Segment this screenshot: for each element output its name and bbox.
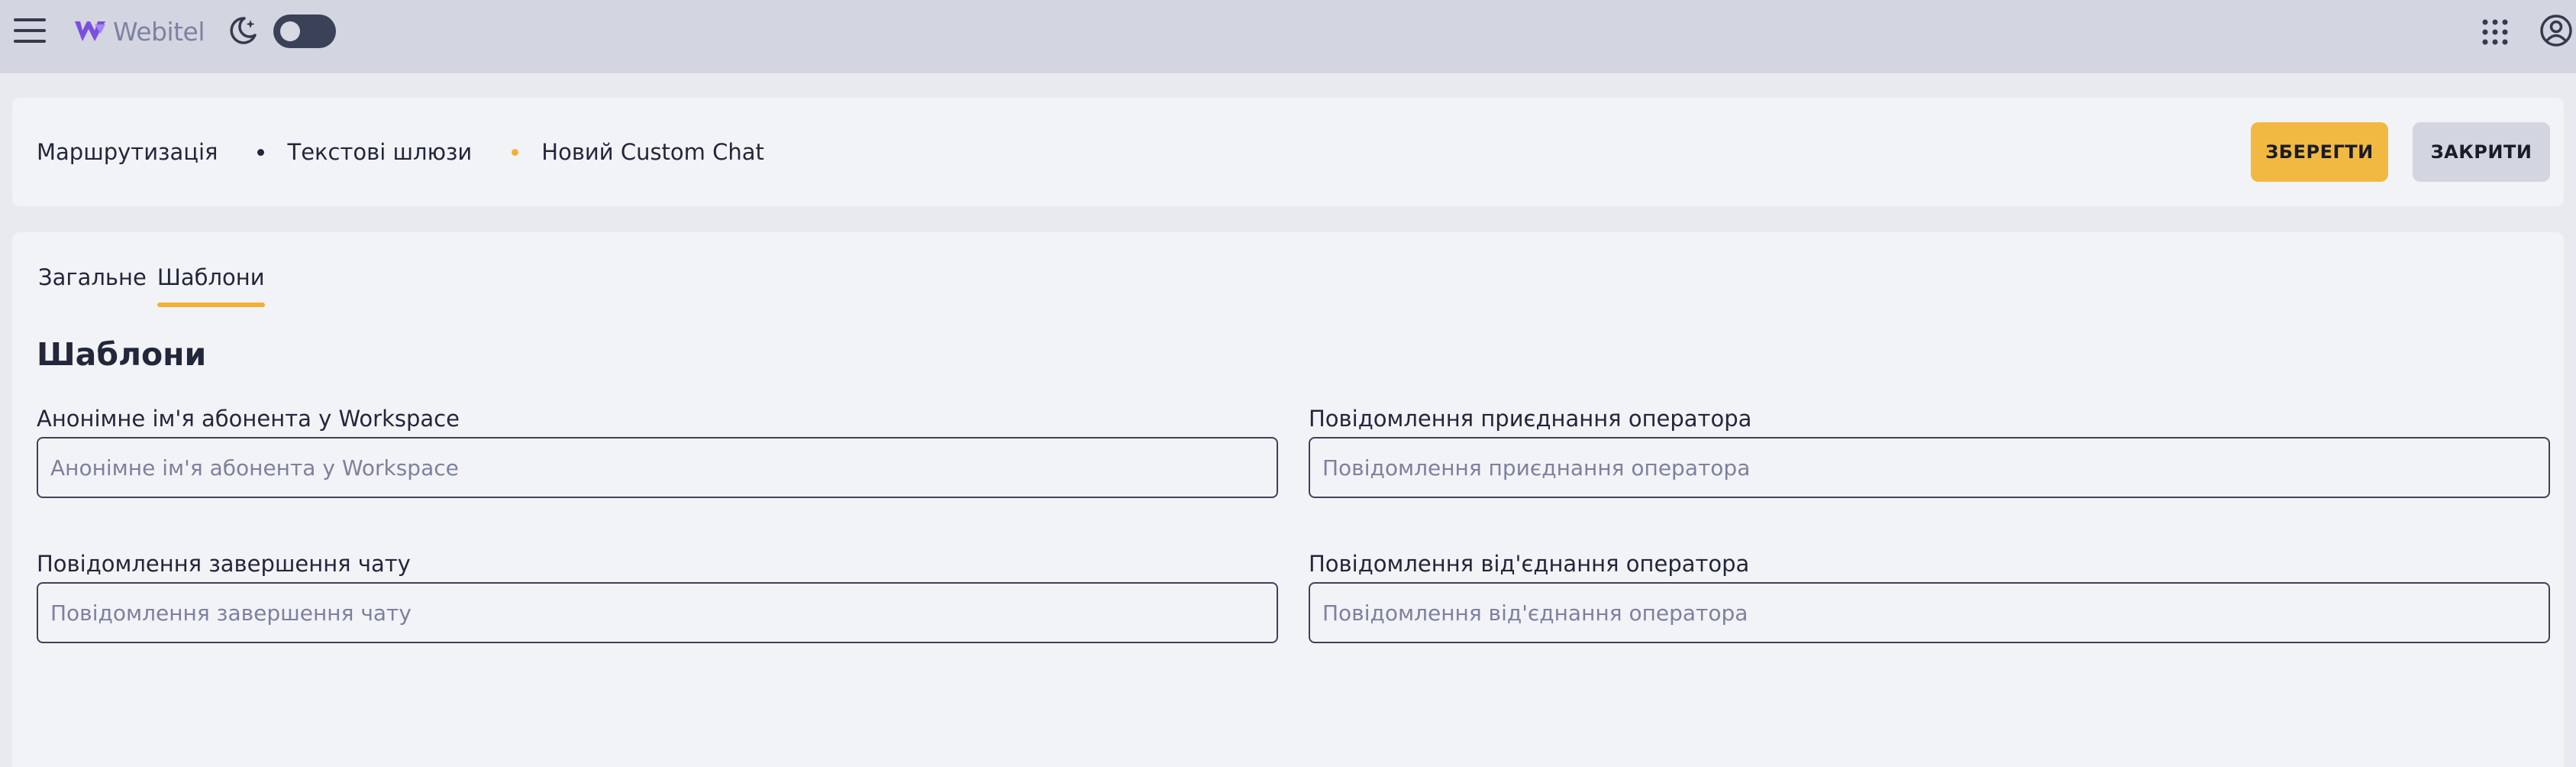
operator-leave-input[interactable] <box>1309 582 2550 643</box>
field-label: Повідомлення приєднання оператора <box>1309 406 1752 432</box>
section-title: Шаблони <box>37 336 207 373</box>
moon-icon[interactable] <box>226 14 260 47</box>
chat-close-input[interactable] <box>37 582 1278 643</box>
field-operator-join: Повідомлення приєднання оператора <box>1309 403 2550 498</box>
field-label: Повідомлення від'єднання оператора <box>1309 551 1750 577</box>
field-anonymous-name: Анонімне ім'я абонента у Workspace <box>37 403 1278 498</box>
page-header: Маршрутизація Текстові шлюзи Новий Custo… <box>12 98 2564 206</box>
field-chat-close: Повідомлення завершення чату <box>37 549 1278 643</box>
tab-bar: Загальне Шаблони <box>38 258 276 307</box>
apps-grid-icon[interactable] <box>2481 18 2509 46</box>
breadcrumb-item-text-gateways[interactable]: Текстові шлюзи <box>287 139 472 165</box>
theme-toggle[interactable] <box>273 15 336 48</box>
breadcrumb-separator-current <box>512 148 519 156</box>
field-operator-leave: Повідомлення від'єднання оператора <box>1309 549 2550 643</box>
hamburger-menu-icon[interactable] <box>14 17 47 44</box>
breadcrumb: Маршрутизація Текстові шлюзи Новий Custo… <box>37 98 764 206</box>
save-button[interactable]: ЗБЕРЕГТИ <box>2251 122 2388 182</box>
logo-text: Webitel <box>113 16 205 47</box>
tab-templates[interactable]: Шаблони <box>157 258 265 307</box>
content-card: Загальне Шаблони Шаблони Анонімне ім'я а… <box>12 232 2564 767</box>
account-icon[interactable] <box>2539 14 2573 47</box>
top-bar: Webitel <box>0 0 2576 73</box>
breadcrumb-item-routing[interactable]: Маршрутизація <box>37 139 218 165</box>
field-label: Повідомлення завершення чату <box>37 551 411 577</box>
anonymous-name-input[interactable] <box>37 437 1278 498</box>
operator-join-input[interactable] <box>1309 437 2550 498</box>
breadcrumb-separator <box>257 148 265 156</box>
app-logo[interactable]: Webitel <box>73 15 205 47</box>
field-label: Анонімне ім'я абонента у Workspace <box>37 406 460 432</box>
webitel-logo-icon <box>75 21 105 41</box>
toggle-knob <box>280 21 300 41</box>
breadcrumb-item-current: Новий Custom Chat <box>541 139 764 165</box>
tab-general[interactable]: Загальне <box>38 258 147 307</box>
close-button[interactable]: ЗАКРИТИ <box>2413 122 2550 182</box>
